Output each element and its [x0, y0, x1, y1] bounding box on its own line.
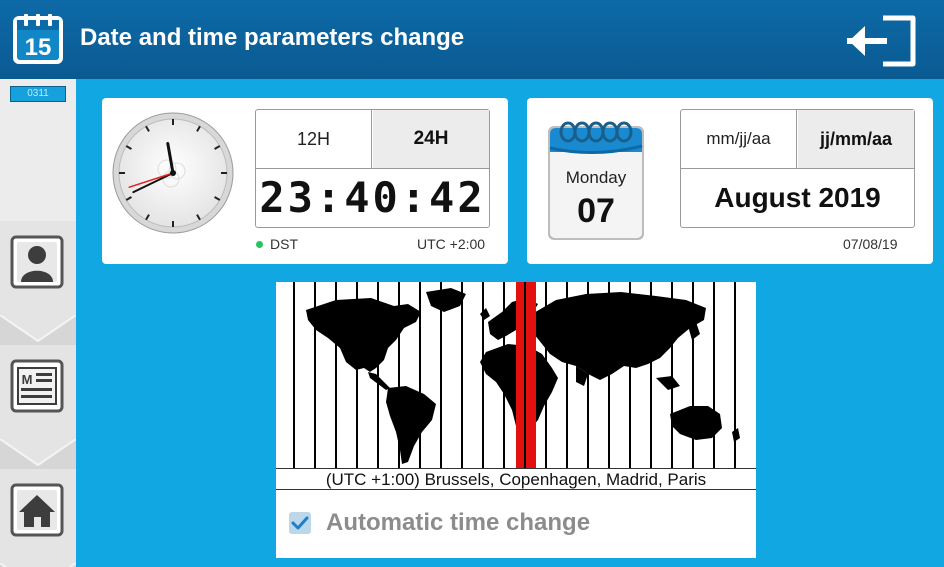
clock-panel: 12H 24H 23:40:42 DST UTC +2:00 [102, 98, 508, 264]
format-jjmmaa-button[interactable]: jj/mm/aa [798, 110, 914, 168]
dst-label: DST [270, 236, 298, 252]
time-value[interactable]: 23:40:42 [256, 168, 489, 227]
format-24h-button[interactable]: 24H [373, 110, 489, 168]
sidebar-divider-chevron [0, 315, 76, 345]
time-box: 12H 24H 23:40:42 [255, 109, 490, 228]
weekday-label: Monday [565, 168, 627, 187]
auto-time-change-checkbox[interactable] [289, 512, 311, 534]
analog-clock [112, 112, 234, 234]
sidebar-divider-chevron [0, 563, 76, 567]
short-date: 07/08/19 [843, 236, 898, 252]
exit-button[interactable] [845, 14, 917, 68]
sidebar: 0311 M [0, 79, 76, 567]
format-mmjjaa-button[interactable]: mm/jj/aa [681, 110, 797, 168]
page-title: Date and time parameters change [80, 24, 465, 51]
utc-offset: UTC +2:00 [417, 236, 486, 252]
dst-indicator-dot [256, 241, 263, 248]
device-code-badge: 0311 [10, 86, 66, 102]
auto-time-change-row[interactable]: Automatic time change [276, 491, 756, 558]
user-icon [10, 235, 64, 289]
timezone-map[interactable] [276, 282, 756, 468]
format-12h-button[interactable]: 12H [256, 110, 372, 168]
timezone-caption: (UTC +1:00) Brussels, Copenhagen, Madrid… [276, 468, 756, 490]
checkmark-icon [291, 516, 309, 530]
day-value[interactable]: 07 [546, 192, 646, 231]
calendar-icon-day: 15 [25, 34, 52, 61]
calendar-icon: 15 [13, 14, 63, 64]
message-list-icon: M [10, 359, 64, 413]
header-bar: 15 Date and time parameters change [0, 0, 944, 79]
svg-text:M: M [22, 372, 33, 387]
sidebar-top-panel: 0311 [0, 79, 76, 221]
sidebar-user-button[interactable] [0, 221, 76, 345]
sidebar-home-button[interactable] [0, 469, 76, 567]
sidebar-messages-button[interactable]: M [0, 345, 76, 469]
date-panel: Monday 07 mm/jj/aa jj/mm/aa August 2019 … [527, 98, 933, 264]
home-icon [10, 483, 64, 537]
auto-time-change-label[interactable]: Automatic time change [326, 509, 590, 537]
sidebar-divider-chevron [0, 439, 76, 469]
date-box: mm/jj/aa jj/mm/aa August 2019 [680, 109, 915, 228]
timezone-panel: (UTC +1:00) Brussels, Copenhagen, Madrid… [276, 282, 756, 558]
month-year-value[interactable]: August 2019 [681, 168, 914, 227]
